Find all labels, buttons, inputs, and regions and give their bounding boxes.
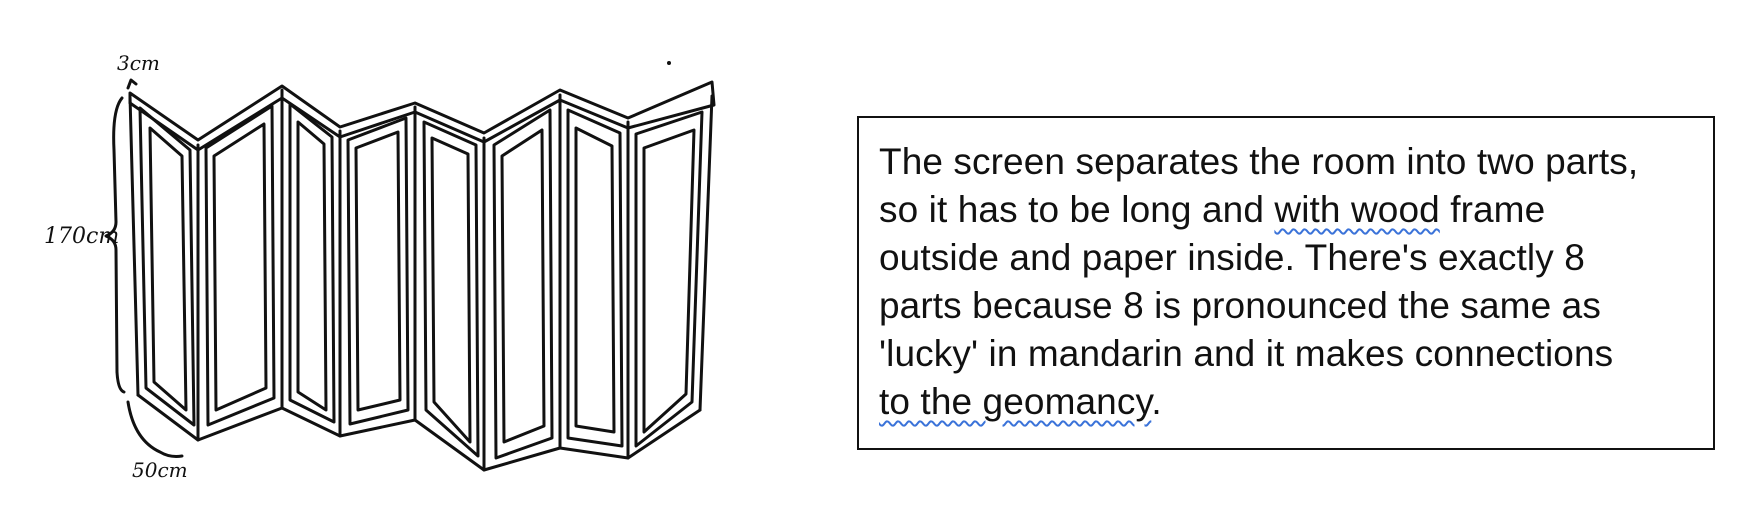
note-line-2-start: so it has to be long and [879, 189, 1275, 230]
panel-inner-6 [500, 128, 546, 444]
width-dimension-label: 3cm [117, 51, 160, 75]
explanation-text-box: The screen separates the room into two p… [857, 116, 1715, 450]
spellcheck-flag-geomancy: to the geomancy [879, 381, 1152, 422]
note-line-3: outside and paper inside. There's exactl… [879, 237, 1585, 278]
note-line-4: parts because 8 is pronounced the same a… [879, 285, 1601, 326]
note-line-6-end: . [1151, 381, 1162, 422]
spellcheck-flag-with-wood: with wood [1274, 189, 1440, 230]
ink-dot [667, 61, 671, 65]
panel-inner-7 [574, 126, 616, 434]
height-dimension-label: 170cm [44, 224, 119, 249]
depth-dimension-label: 50cm [132, 458, 188, 482]
note-line-6: to the geomancy. [879, 382, 1162, 422]
screen-fold-lines [128, 88, 714, 472]
panel-inner-3 [296, 120, 328, 412]
panel-inner-1 [148, 126, 188, 412]
panel-inner-2 [212, 122, 268, 412]
panel-inner-8 [642, 128, 696, 434]
panel-inner-5 [430, 136, 472, 444]
note-line-2: so it has to be long and with wood frame [879, 190, 1545, 230]
note-line-1: The screen separates the room into two p… [879, 141, 1639, 182]
note-line-2-end: frame [1439, 189, 1546, 230]
folding-screen-sketch: 3cm 170cm 50cm [44, 51, 716, 482]
panel-inner-4 [354, 130, 402, 412]
note-line-5: 'lucky' in mandarin and it makes connect… [879, 333, 1614, 374]
width-dimension-mark [126, 78, 138, 90]
